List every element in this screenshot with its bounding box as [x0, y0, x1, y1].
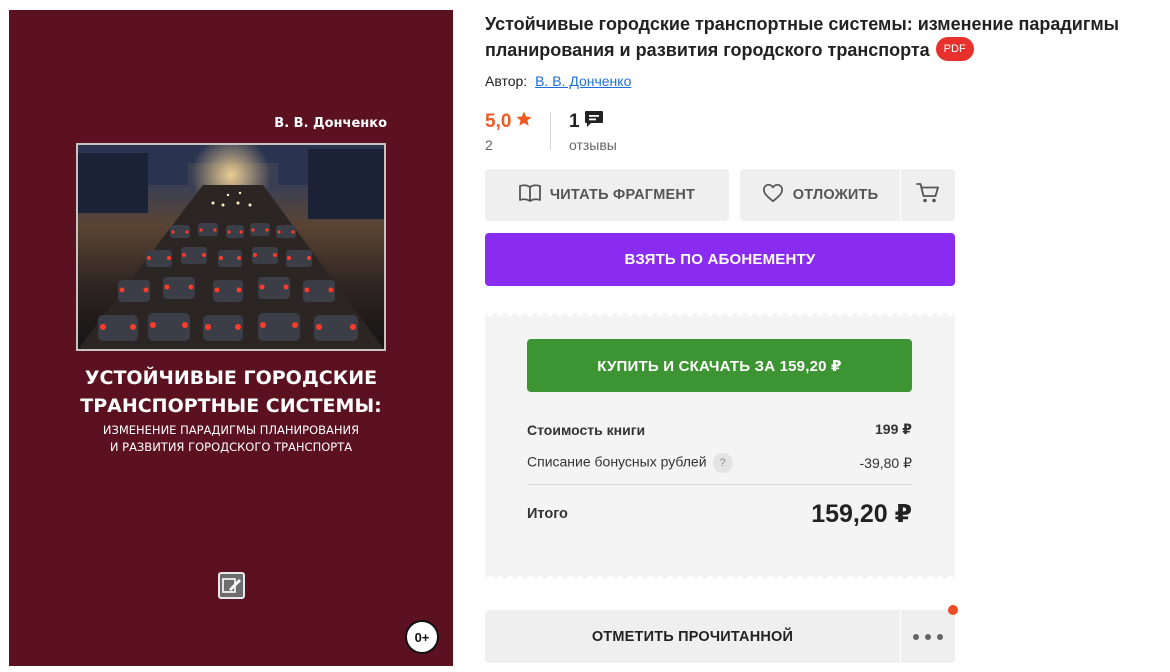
author-label: Автор: [485, 73, 528, 89]
star-icon [515, 110, 533, 134]
buy-download-button[interactable]: КУПИТЬ И СКАЧАТЬ ЗА 159,20 ₽ [527, 339, 912, 392]
book-cost-value: 199 ₽ [875, 421, 912, 437]
subscribe-button[interactable]: ВЗЯТЬ ПО АБОНЕМЕНТУ [485, 233, 955, 286]
notification-dot [948, 605, 958, 615]
bonus-row: Списание бонусных рублей? -39,80 ₽ [527, 453, 912, 473]
book-title: Устойчивые городские транспортные систем… [485, 14, 1120, 62]
comment-icon [584, 110, 604, 134]
cover-photo-traffic [76, 143, 386, 351]
purchase-panel: КУПИТЬ И СКАЧАТЬ ЗА 159,20 ₽ Стоимость к… [485, 313, 955, 579]
publisher-logo-icon [218, 572, 245, 599]
format-badge: PDF [935, 37, 974, 62]
price-divider [527, 484, 912, 485]
cart-icon [916, 182, 940, 208]
rating-block[interactable]: 5,0 2 [485, 110, 533, 153]
author-link[interactable]: В. В. Донченко [535, 73, 631, 89]
reviews-label: отзывы [569, 137, 617, 153]
total-value: 159,20 ₽ [811, 500, 912, 528]
reviews-count: 1 [569, 111, 580, 132]
rating-count: 2 [485, 137, 493, 153]
reviews-block[interactable]: 1 отзывы [569, 110, 617, 153]
book-open-icon [519, 184, 541, 206]
help-icon[interactable]: ? [712, 453, 733, 473]
bonus-value: -39,80 ₽ [859, 454, 913, 471]
author-row: Автор: В. В. Донченко [485, 73, 631, 89]
bonus-label: Списание бонусных рублей [527, 453, 707, 470]
book-cost-label: Стоимость книги [527, 421, 646, 438]
add-to-cart-button[interactable] [901, 169, 955, 221]
book-cost-row: Стоимость книги 199 ₽ [527, 421, 912, 438]
cover-title: УСТОЙЧИВЫЕ ГОРОДСКИЕ ТРАНСПОРТНЫЕ СИСТЕМ… [80, 367, 382, 417]
total-label: Итого [527, 506, 568, 522]
total-row: Итого 159,20 ₽ [527, 499, 912, 529]
read-fragment-button[interactable]: ЧИТАТЬ ФРАГМЕНТ [485, 169, 729, 221]
age-rating-badge: 0+ [405, 620, 439, 654]
mark-read-button[interactable]: ОТМЕТИТЬ ПРОЧИТАННОЙ [485, 610, 900, 663]
cover-author: В. В. Донченко [274, 116, 387, 131]
read-fragment-label: ЧИТАТЬ ФРАГМЕНТ [549, 187, 696, 203]
more-options-button[interactable] [901, 610, 955, 663]
defer-label: ОТЛОЖИТЬ [792, 187, 879, 203]
cover-subtitle: ИЗМЕНЕНИЕ ПАРАДИГМЫ ПЛАНИРОВАНИЯ И РАЗВИ… [102, 423, 360, 454]
book-cover[interactable]: В. В. Донченко УСТОЙЧИВЫЕ ГОРОДСКИЕ ТРАН… [9, 10, 453, 666]
more-dots-icon [912, 628, 944, 646]
heart-icon [762, 183, 784, 207]
rating-divider [550, 112, 551, 150]
defer-button[interactable]: ОТЛОЖИТЬ [740, 169, 900, 221]
rating-value: 5,0 [485, 111, 512, 132]
